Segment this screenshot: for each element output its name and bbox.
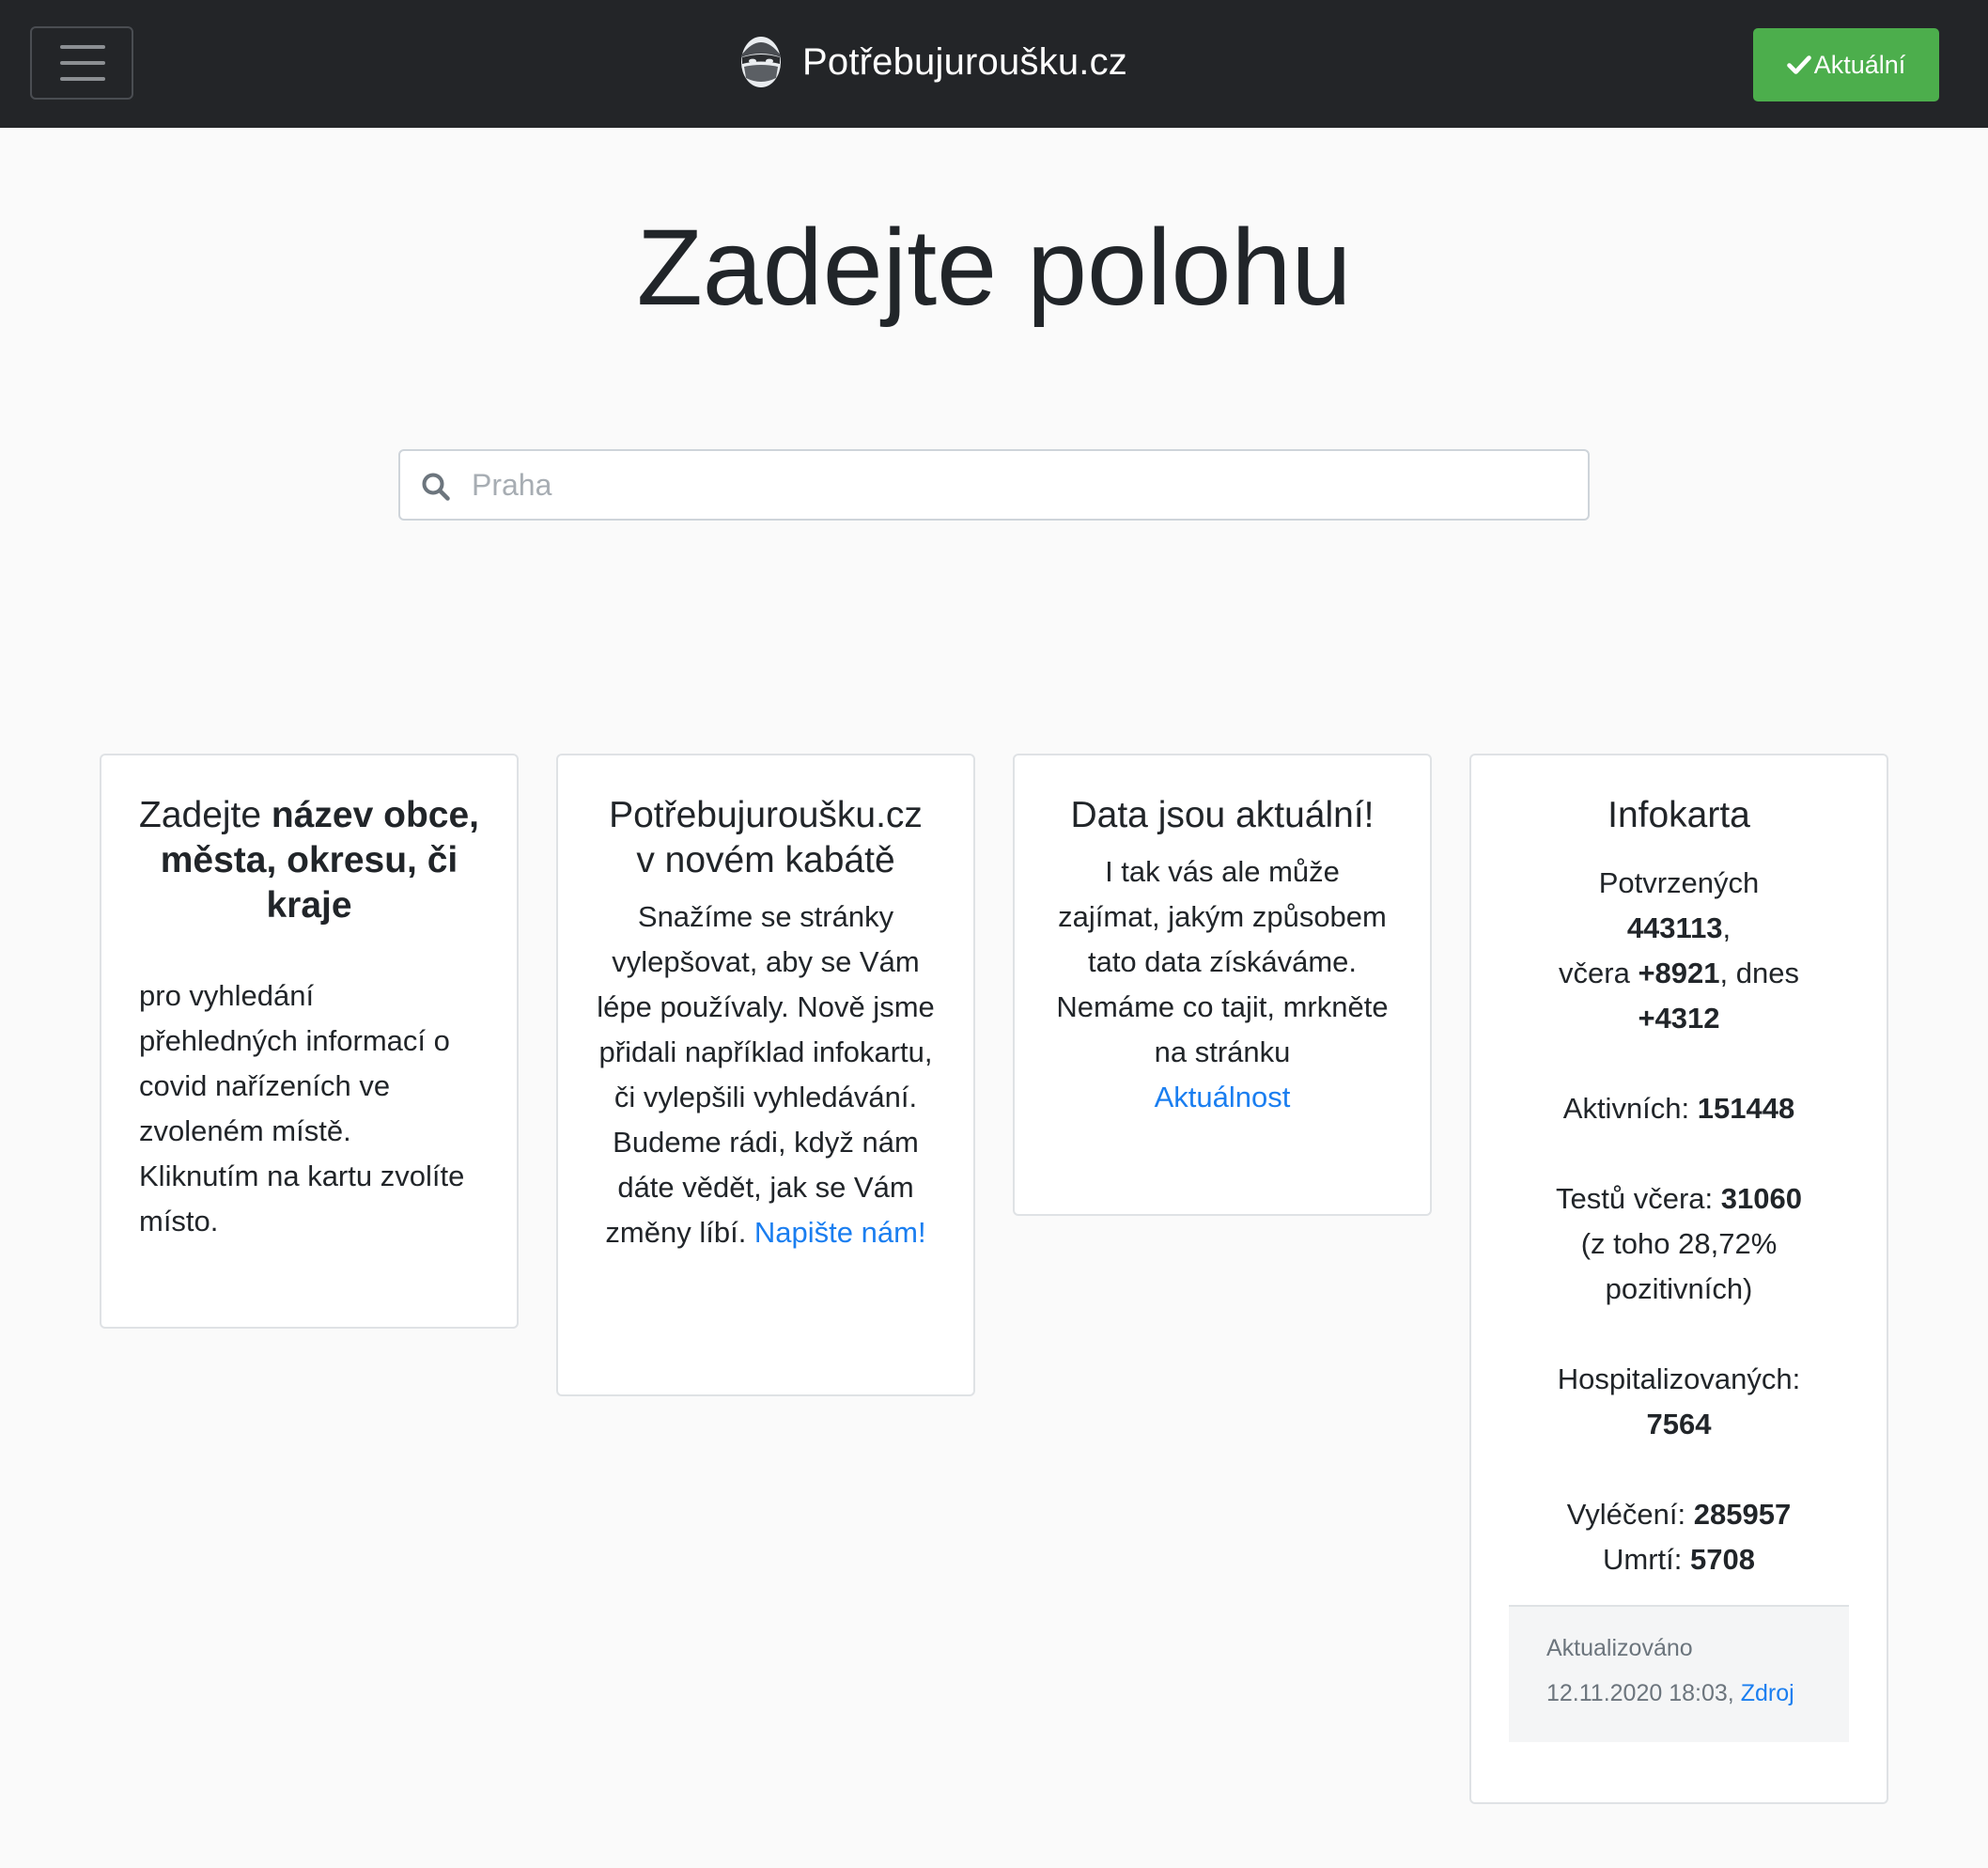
card-instructions: Zadejte název obce, města, okresu, či kr… bbox=[100, 754, 519, 1329]
hamburger-icon-bar-1 bbox=[60, 45, 105, 49]
stat-recovered-label: Vyléčení: bbox=[1566, 1498, 1686, 1531]
stat-tests-note: (z toho 28,72% pozitivních) bbox=[1580, 1227, 1778, 1305]
stat-recovered: Vyléčení: 285957 bbox=[1509, 1492, 1849, 1537]
stat-hospitalized-value: 7564 bbox=[1646, 1408, 1712, 1440]
infocard-updated-label: Aktualizováno bbox=[1546, 1635, 1693, 1661]
stat-confirmed: Potvrzených 443113, včera +8921, dnes +4… bbox=[1559, 866, 1799, 1035]
stat-tests-value: 31060 bbox=[1720, 1182, 1802, 1215]
location-search-box[interactable] bbox=[398, 449, 1590, 521]
brand-link[interactable]: Potřebujuroušku.cz bbox=[738, 32, 1127, 92]
infocard-stats: Potvrzených 443113, včera +8921, dnes +4… bbox=[1509, 861, 1849, 1582]
card-instructions-title-prefix: Zadejte bbox=[139, 795, 272, 835]
card-infocard: Infokarta Potvrzených 443113, včera +892… bbox=[1469, 754, 1888, 1804]
search-icon bbox=[422, 473, 450, 501]
card-news-title: Potřebujuroušku.cz v novém kabátě bbox=[609, 795, 923, 880]
stat-active-value: 151448 bbox=[1697, 1092, 1795, 1125]
card-news-body: Snažíme se stránky vylepšovat, aby se Vá… bbox=[597, 900, 935, 1249]
status-current-label: Aktuální bbox=[1813, 50, 1906, 79]
card-instructions-text: pro vyhledání přehledných informací o co… bbox=[139, 979, 465, 1238]
stat-recovered-value: 285957 bbox=[1693, 1498, 1792, 1531]
card-data: Data jsou aktuální! I tak vás ale může z… bbox=[1013, 754, 1432, 1216]
stat-active-label: Aktivních: bbox=[1562, 1092, 1690, 1125]
infocard-title: Infokarta bbox=[1607, 795, 1750, 835]
infocard-footer: Aktualizováno 12.11.2020 18:03, Zdroj bbox=[1509, 1605, 1849, 1742]
card-instructions-title: Zadejte název obce, města, okresu, či kr… bbox=[139, 793, 479, 928]
stat-hospitalized: Hospitalizovaných: 7564 bbox=[1509, 1357, 1849, 1447]
stat-yesterday-label: včera bbox=[1559, 957, 1630, 989]
source-link[interactable]: Zdroj bbox=[1741, 1680, 1794, 1706]
stat-today-value: +4312 bbox=[1638, 1002, 1720, 1035]
stat-hospitalized-label: Hospitalizovaných: bbox=[1557, 1362, 1801, 1395]
stat-tests-label: Testů včera: bbox=[1556, 1182, 1714, 1215]
card-data-text: I tak vás ale může zajímat, jakým způsob… bbox=[1052, 849, 1392, 1120]
status-current-button[interactable]: Aktuální bbox=[1753, 28, 1939, 101]
stat-yesterday-value: +8921 bbox=[1638, 957, 1720, 989]
stat-today-label: dnes bbox=[1735, 957, 1799, 989]
check-icon bbox=[1786, 55, 1811, 74]
hamburger-icon-bar-2 bbox=[60, 61, 105, 65]
top-navbar: Potřebujuroušku.cz Aktuální bbox=[0, 0, 1988, 128]
stat-deaths-value: 5708 bbox=[1690, 1543, 1755, 1576]
stat-active: Aktivních: 151448 bbox=[1509, 1086, 1849, 1131]
stat-deaths: Umrtí: 5708 bbox=[1509, 1537, 1849, 1582]
card-data-title: Data jsou aktuální! bbox=[1070, 795, 1375, 835]
card-news-text: Snažíme se stránky vylepšovat, aby se Vá… bbox=[596, 895, 936, 1255]
page-title: Zadejte polohu bbox=[636, 208, 1352, 328]
infocard-updated-timestamp: 12.11.2020 18:03, bbox=[1546, 1680, 1734, 1706]
stat-confirmed-value: 443113 bbox=[1626, 911, 1723, 944]
hamburger-icon-bar-3 bbox=[60, 77, 105, 81]
location-search-input[interactable] bbox=[472, 451, 1561, 519]
card-news: Potřebujuroušku.cz v novém kabátě Snažím… bbox=[556, 754, 975, 1396]
brand-name: Potřebujuroušku.cz bbox=[802, 40, 1128, 83]
menu-toggle-button[interactable] bbox=[30, 26, 133, 100]
stat-tests: Testů včera: 31060 (z toho 28,72% poziti… bbox=[1509, 1176, 1849, 1312]
card-data-body: I tak vás ale může zajímat, jakým způsob… bbox=[1056, 855, 1389, 1068]
stat-confirmed-label: Potvrzených bbox=[1598, 866, 1760, 899]
stat-deaths-label: Umrtí: bbox=[1603, 1543, 1683, 1576]
actuality-link[interactable]: Aktuálnost bbox=[1155, 1081, 1291, 1113]
masked-face-logo-icon bbox=[741, 37, 781, 87]
contact-us-link[interactable]: Napište nám! bbox=[754, 1216, 926, 1249]
